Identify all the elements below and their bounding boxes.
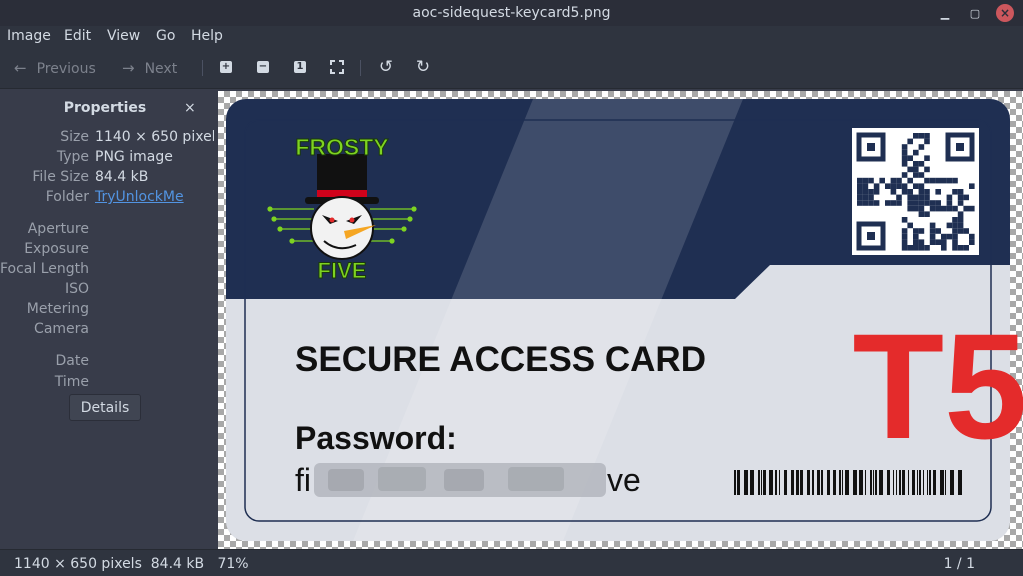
aperture-label: Aperture [27, 221, 89, 237]
zoom-out-icon[interactable]: − [256, 60, 270, 74]
zoom-in-icon[interactable]: + [219, 60, 233, 74]
toolbar: ← Previous → Next + − 1 ↺ ↻ [0, 48, 1023, 89]
previous-label: Previous [36, 61, 96, 77]
folder-label: Folder [45, 189, 89, 205]
status-page: 1 / 1 [943, 556, 975, 572]
details-button[interactable]: Details [69, 394, 141, 421]
image-viewport[interactable]: FROSTY FIVE SECURE ACCESS CARD T5 Passwo… [214, 89, 1023, 549]
password-redaction-blur [314, 463, 606, 497]
minimize-button[interactable]: ▁ [936, 4, 954, 22]
type-label: Type [56, 149, 89, 165]
metering-label: Metering [26, 301, 89, 317]
filesize-value: 84.4 kB [95, 169, 149, 185]
status-info: 1140 × 650 pixels 84.4 kB 71% [14, 556, 249, 572]
time-label: Time [54, 374, 89, 390]
menu-view[interactable]: View [107, 28, 140, 44]
password-start: fi [295, 462, 311, 498]
exposure-label: Exposure [24, 241, 89, 257]
title-bar: aoc-sidequest-keycard5.png ▁ ▢ × [0, 0, 1023, 26]
toolbar-separator [202, 60, 203, 76]
camera-label: Camera [34, 321, 89, 337]
logo-top-text: FROSTY [295, 134, 388, 160]
menu-help[interactable]: Help [191, 28, 223, 44]
close-icon[interactable]: × [184, 100, 196, 116]
card-heading: SECURE ACCESS CARD [295, 340, 706, 379]
type-value: PNG image [95, 149, 173, 165]
menu-edit[interactable]: Edit [64, 28, 91, 44]
close-window-button[interactable]: × [996, 4, 1014, 22]
logo-bottom-text: FIVE [318, 258, 367, 283]
arrow-left-icon: ← [14, 59, 27, 77]
status-zoom: 71% [217, 556, 249, 572]
size-label: Size [60, 129, 89, 145]
toolbar-separator [360, 60, 361, 76]
folder-link[interactable]: TryUnlockMe [95, 189, 184, 205]
size-value: 1140 × 650 pixels [95, 129, 223, 145]
transparency-checkerboard: FROSTY FIVE SECURE ACCESS CARD T5 Passwo… [218, 91, 1023, 549]
window-title: aoc-sidequest-keycard5.png [412, 5, 611, 21]
password-end: ve [607, 462, 641, 498]
fit-icon[interactable] [330, 60, 344, 74]
rotate-left-icon[interactable]: ↺ [379, 59, 393, 76]
date-label: Date [55, 353, 89, 369]
properties-sidebar: Properties × Size 1140 × 650 pixels Type… [0, 89, 223, 549]
properties-title: Properties [63, 100, 147, 116]
keycard-image: FROSTY FIVE SECURE ACCESS CARD T5 Passwo… [226, 99, 1023, 541]
status-filesize: 84.4 kB [150, 556, 205, 572]
next-button[interactable]: → Next [122, 59, 177, 77]
status-size: 1140 × 650 pixels [14, 556, 142, 572]
menu-image[interactable]: Image [7, 28, 51, 44]
filesize-label: File Size [32, 169, 89, 185]
next-label: Next [144, 61, 178, 77]
iso-label: ISO [64, 281, 89, 297]
maximize-button[interactable]: ▢ [966, 4, 984, 22]
qr-code [852, 128, 979, 255]
card-code: T5 [852, 302, 1023, 470]
focal-length-label: Focal Length [0, 261, 89, 277]
status-bar: 1140 × 650 pixels 84.4 kB 71% 1 / 1 [0, 549, 1023, 576]
arrow-right-icon: → [122, 59, 135, 77]
menu-go[interactable]: Go [156, 28, 175, 44]
previous-button[interactable]: ← Previous [14, 59, 96, 77]
password-label: Password: [295, 420, 457, 456]
zoom-1-icon[interactable]: 1 [293, 60, 307, 74]
rotate-right-icon[interactable]: ↻ [416, 59, 430, 76]
menu-bar: Image Edit View Go Help [0, 26, 1023, 48]
